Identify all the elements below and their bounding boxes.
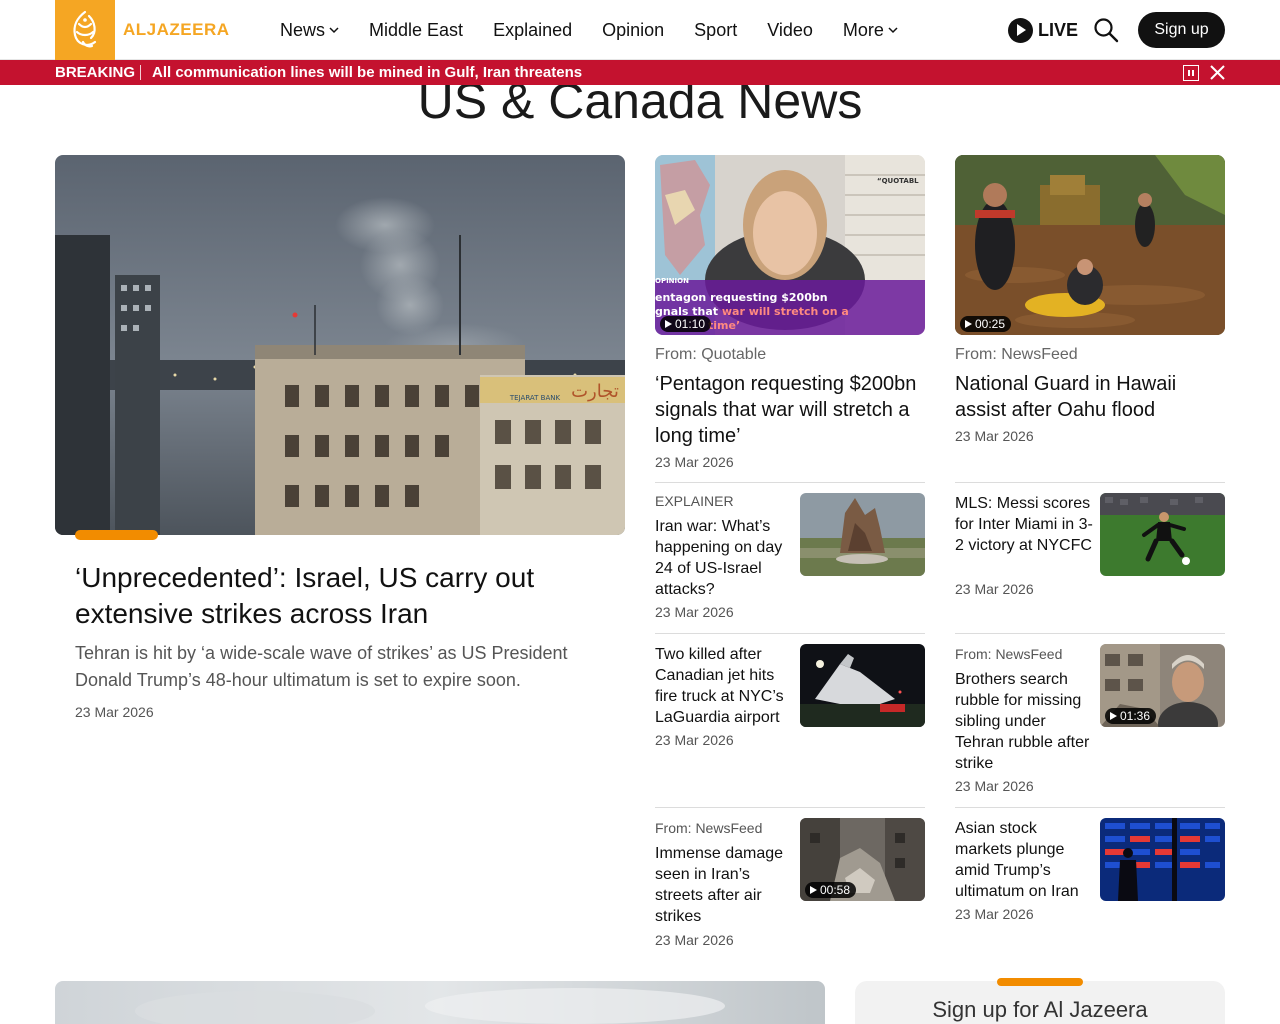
- search-icon: [1094, 18, 1119, 43]
- divider: [655, 633, 925, 634]
- nav-item-news[interactable]: News: [280, 20, 339, 41]
- nav-item-video[interactable]: Video: [767, 20, 813, 41]
- nav-label: Sport: [694, 19, 738, 40]
- breaking-divider: [140, 65, 141, 80]
- story-video-thumbnail[interactable]: 01:36: [1100, 644, 1225, 727]
- nav-label: Opinion: [602, 19, 665, 40]
- story-date: 23 Mar 2026: [655, 932, 734, 948]
- video-duration-badge: 00:58: [805, 882, 857, 898]
- featured-date: 23 Mar 2026: [75, 704, 154, 720]
- nav-item-opinion[interactable]: Opinion: [602, 20, 664, 41]
- chevron-down-icon: [329, 25, 339, 37]
- story-kicker: From: NewsFeed: [655, 820, 763, 836]
- card-video-thumbnail[interactable]: OPINION entagon requesting $200bn gnals …: [655, 155, 925, 335]
- aljazeera-logo[interactable]: ALJAZEERA: [55, 0, 230, 60]
- divider: [955, 633, 1225, 634]
- play-icon: [810, 886, 817, 894]
- divider: [655, 807, 925, 808]
- nav-label: Explained: [493, 19, 573, 40]
- featured-accent-bar: [75, 530, 158, 540]
- card-overlay-line: time’: [708, 319, 740, 332]
- story-date: 23 Mar 2026: [655, 604, 734, 620]
- pause-icon: [1192, 70, 1194, 76]
- story-date: 23 Mar 2026: [955, 581, 1034, 597]
- nav-item-more[interactable]: More: [843, 20, 898, 41]
- chevron-down-icon: [888, 25, 898, 37]
- logo-calligraphy-icon: [55, 0, 115, 60]
- card-date: 23 Mar 2026: [955, 428, 1034, 444]
- nav-label: News: [280, 19, 326, 40]
- bottom-story-image[interactable]: [55, 981, 825, 1024]
- story-headline-link[interactable]: Asian stock markets plunge amid Trump’s …: [955, 818, 1095, 902]
- play-icon: [1008, 17, 1033, 43]
- breaking-label: BREAKING: [55, 64, 136, 81]
- close-breaking-button[interactable]: [1209, 64, 1226, 81]
- divider: [955, 482, 1225, 483]
- card-overlay-quotable: “QUOTABL: [877, 177, 919, 185]
- hero-arabic-sign: تجارت: [571, 381, 619, 402]
- main-nav: News Middle East Explained Opinion Sport…: [280, 0, 928, 60]
- video-duration-badge: 00:25: [960, 316, 1012, 332]
- story-headline-link[interactable]: Two killed after Canadian jet hits fire …: [655, 644, 795, 728]
- pause-icon: [1188, 70, 1190, 76]
- card-video-thumbnail[interactable]: 00:25: [955, 155, 1225, 335]
- hero-bank-sign: TEJARAT BANK: [509, 394, 561, 402]
- live-label: LIVE: [1038, 19, 1079, 40]
- play-icon: [1110, 712, 1117, 720]
- story-thumbnail[interactable]: [1100, 493, 1225, 576]
- story-date: 23 Mar 2026: [955, 778, 1034, 794]
- story-thumbnail[interactable]: [1100, 818, 1225, 901]
- card-overlay-highlight: war will stretch on a: [722, 305, 849, 318]
- newsletter-accent-bar: [997, 978, 1083, 986]
- search-button[interactable]: [1093, 17, 1119, 43]
- pause-button[interactable]: [1183, 65, 1199, 81]
- newsletter-title: Sign up for Al Jazeera: [932, 997, 1148, 1022]
- video-duration: 01:36: [1120, 709, 1151, 723]
- card-date: 23 Mar 2026: [655, 454, 734, 470]
- featured-image[interactable]: تجارت TEJARAT BANK: [55, 155, 625, 535]
- divider: [955, 807, 1225, 808]
- story-date: 23 Mar 2026: [955, 906, 1034, 922]
- story-headline-link[interactable]: Immense damage seen in Iran’s streets af…: [655, 843, 795, 927]
- story-headline-link[interactable]: MLS: Messi scores for Inter Miami in 3-2…: [955, 493, 1095, 556]
- divider: [655, 482, 925, 483]
- featured-headline-link[interactable]: ‘Unprecedented’: Israel, US carry out ex…: [75, 560, 595, 632]
- card-source: From: Quotable: [655, 346, 767, 363]
- play-icon: [665, 320, 672, 328]
- breaking-headline-link[interactable]: All communication lines will be mined in…: [152, 64, 582, 81]
- story-kicker: From: NewsFeed: [955, 646, 1063, 662]
- video-duration-badge: 01:36: [1105, 708, 1157, 724]
- nav-label: More: [842, 19, 884, 40]
- nav-item-explained[interactable]: Explained: [493, 20, 572, 41]
- story-headline-link[interactable]: Brothers search rubble for missing sibli…: [955, 669, 1095, 774]
- nav-item-middle-east[interactable]: Middle East: [369, 20, 463, 41]
- close-icon: [1210, 65, 1225, 80]
- story-headline-link[interactable]: Iran war: What’s happening on day 24 of …: [655, 516, 795, 600]
- video-duration: 00:58: [820, 883, 851, 897]
- card-headline-link[interactable]: National Guard in Hawaii assist after Oa…: [955, 371, 1225, 423]
- story-thumbnail[interactable]: [800, 644, 925, 727]
- nav-label: Middle East: [369, 19, 464, 40]
- story-date: 23 Mar 2026: [655, 732, 734, 748]
- video-duration: 01:10: [675, 317, 706, 331]
- sign-up-button[interactable]: Sign up: [1138, 12, 1225, 48]
- story-thumbnail[interactable]: [800, 493, 925, 576]
- card-source: From: NewsFeed: [955, 346, 1078, 363]
- card-overlay-tag: OPINION: [655, 277, 689, 285]
- breaking-news-bar: BREAKING All communication lines will be…: [0, 60, 1280, 85]
- nav-label: Video: [767, 19, 813, 40]
- play-icon: [965, 320, 972, 328]
- live-button[interactable]: LIVE: [1008, 17, 1078, 43]
- site-header: ALJAZEERA News Middle East Explained Opi…: [0, 0, 1280, 60]
- story-kicker: EXPLAINER: [655, 493, 734, 509]
- video-duration-badge: 01:10: [660, 316, 712, 332]
- logo-wordmark: ALJAZEERA: [123, 20, 230, 39]
- card-headline-link[interactable]: ‘Pentagon requesting $200bn signals that…: [655, 371, 925, 449]
- card-overlay-line: entagon requesting $200bn: [655, 291, 828, 304]
- video-duration: 00:25: [975, 317, 1006, 331]
- story-video-thumbnail[interactable]: 00:58: [800, 818, 925, 901]
- featured-summary: Tehran is hit by ‘a wide-scale wave of s…: [75, 643, 568, 690]
- nav-item-sport[interactable]: Sport: [694, 20, 737, 41]
